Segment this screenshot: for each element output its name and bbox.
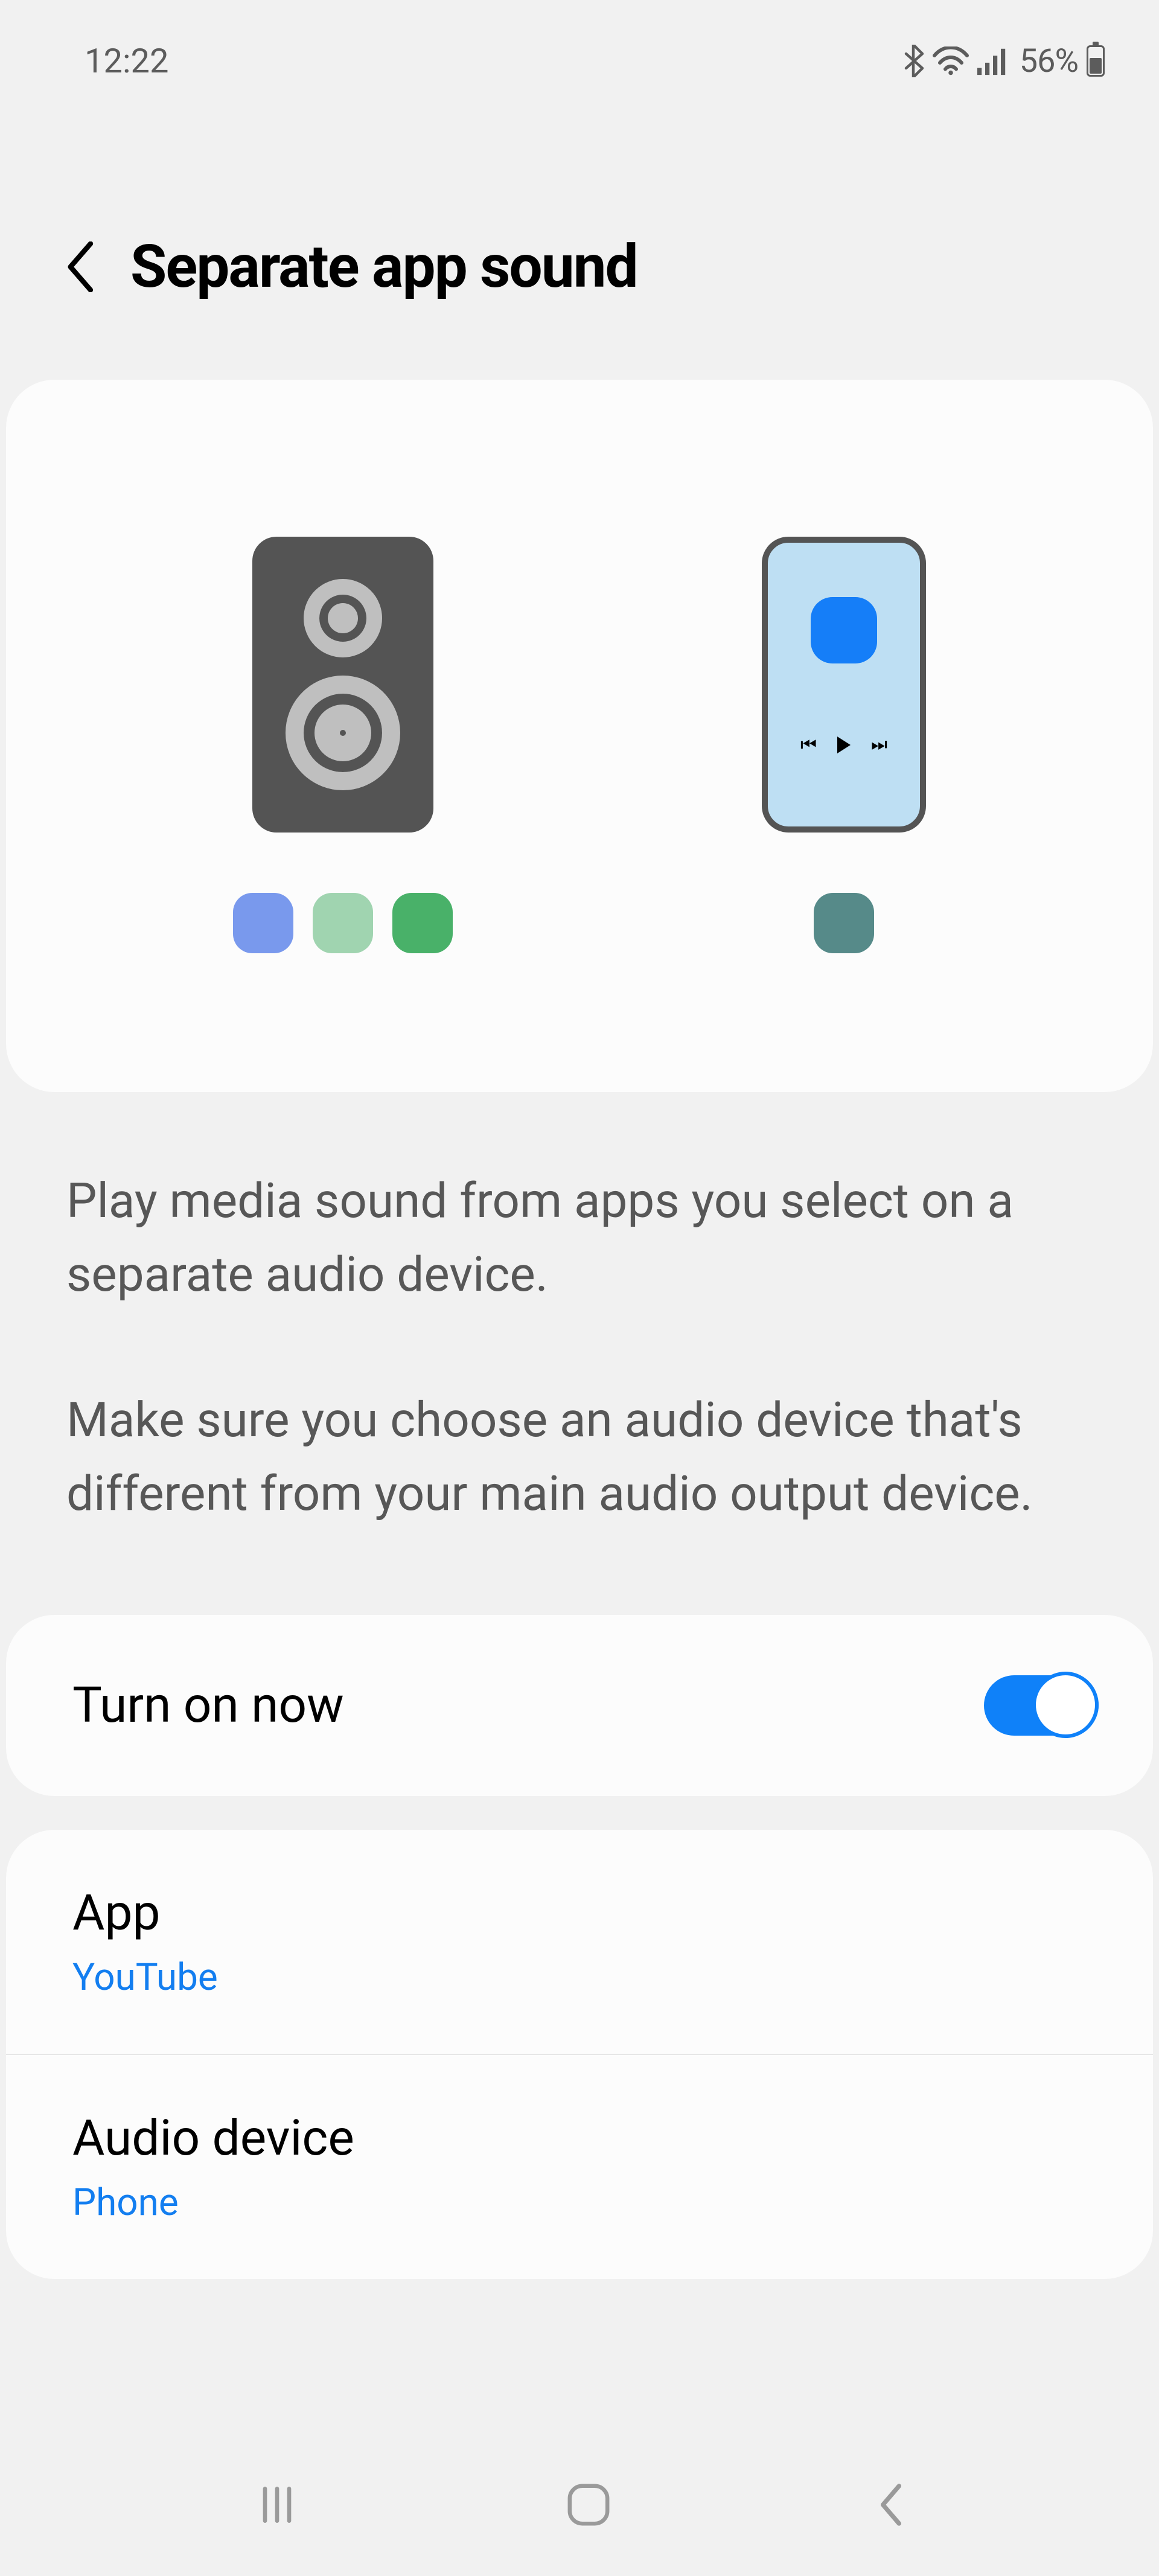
phone-column: ⏮ ⏭ — [762, 537, 926, 953]
phone-app-dots — [814, 893, 874, 953]
illustration-card: ⏮ ⏭ — [6, 380, 1153, 1092]
system-navbar — [0, 2481, 1159, 2528]
back-button[interactable] — [66, 241, 97, 292]
device-row-title: Audio device — [72, 2109, 1087, 2167]
description-text: Play media sound from apps you select on… — [0, 1092, 1159, 1615]
page-header: Separate app sound — [0, 105, 1159, 380]
back-nav-button[interactable] — [876, 2482, 906, 2527]
clock: 12:22 — [85, 41, 168, 81]
status-icons: 56% — [902, 42, 1105, 80]
battery-percent: 56% — [1020, 42, 1078, 80]
description-p1: Play media sound from apps you select on… — [66, 1165, 1093, 1311]
page-title: Separate app sound — [130, 232, 637, 301]
home-button[interactable] — [565, 2481, 612, 2528]
turn-on-switch[interactable] — [984, 1675, 1099, 1736]
device-row-value: Phone — [72, 2181, 1087, 2225]
chevron-left-icon — [876, 2482, 906, 2527]
bluetooth-icon — [902, 45, 924, 77]
home-icon — [565, 2481, 612, 2528]
wifi-icon — [933, 46, 969, 75]
app-row-value: YouTube — [72, 1955, 1087, 1999]
recents-icon — [253, 2484, 301, 2526]
audio-device-row[interactable]: Audio device Phone — [6, 2054, 1153, 2279]
app-dot — [392, 893, 453, 953]
speaker-app-dots — [233, 893, 453, 953]
app-dot — [814, 893, 874, 953]
recents-button[interactable] — [253, 2484, 301, 2526]
app-dot — [233, 893, 293, 953]
speaker-column — [233, 537, 453, 953]
battery-icon — [1087, 45, 1105, 77]
description-p2: Make sure you choose an audio device tha… — [66, 1384, 1093, 1530]
turn-on-row[interactable]: Turn on now — [6, 1615, 1153, 1796]
turn-on-label: Turn on now — [72, 1676, 344, 1734]
status-bar: 12:22 56% — [0, 0, 1159, 105]
speaker-icon — [252, 537, 433, 833]
app-row-title: App — [72, 1884, 1087, 1942]
chevron-left-icon — [66, 241, 97, 292]
options-card: App YouTube Audio device Phone — [6, 1830, 1153, 2279]
phone-icon: ⏮ ⏭ — [762, 537, 926, 833]
app-row[interactable]: App YouTube — [6, 1830, 1153, 2054]
signal-icon — [977, 46, 1009, 75]
app-dot — [313, 893, 373, 953]
